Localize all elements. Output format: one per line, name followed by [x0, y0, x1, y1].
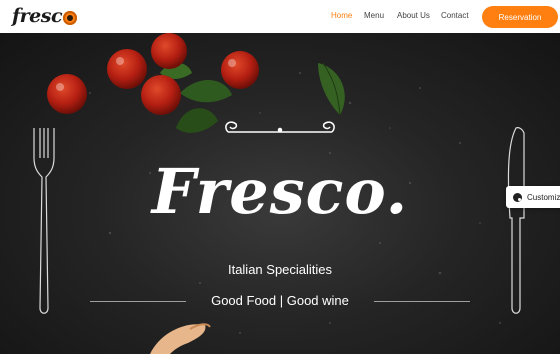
tagline-line-right [374, 301, 470, 302]
ornament-divider [225, 121, 335, 133]
nav-link-menu[interactable]: Menu [364, 11, 384, 20]
nav-link-about-us[interactable]: About Us [397, 11, 430, 20]
palette-icon [513, 192, 522, 202]
hero-tagline: Good Food | Good wine [211, 293, 349, 308]
logo[interactable]: fresc [12, 4, 78, 28]
reservation-button[interactable]: Reservation [482, 6, 558, 28]
orange-o-logo-icon [63, 10, 78, 25]
customize-label: Customize [527, 192, 560, 202]
nav-link-home[interactable]: Home [331, 11, 352, 20]
logo-text: fresc [12, 5, 63, 27]
shrimp [150, 323, 211, 354]
hero-title: Fresco. [151, 155, 409, 228]
nav-link-contact[interactable]: Contact [441, 11, 469, 20]
customize-button[interactable]: Customize [506, 186, 560, 208]
hero-section: Fresco. Italian Specialities Good Food |… [0, 33, 560, 354]
hero-subtitle: Italian Specialities [227, 262, 333, 277]
navbar: fresc Home Menu About Us Contact Reserva… [0, 0, 560, 33]
tomatoes [47, 33, 259, 115]
